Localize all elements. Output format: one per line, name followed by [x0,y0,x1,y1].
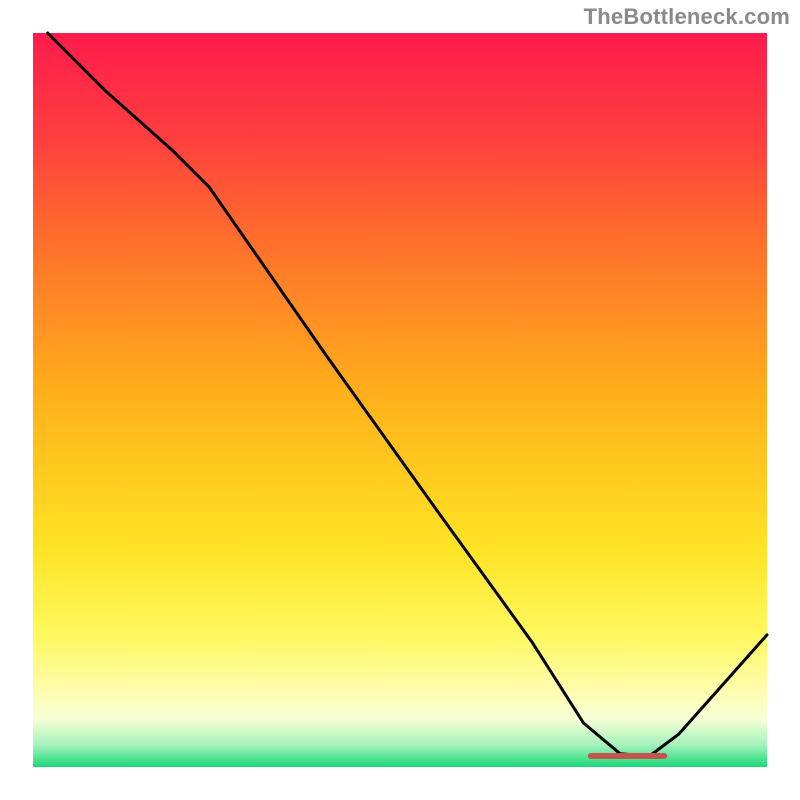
watermark-text: TheBottleneck.com [584,4,790,30]
plot-area [33,33,767,767]
chart-svg [0,0,800,800]
gradient-background [33,33,767,767]
chart-stage: TheBottleneck.com [0,0,800,800]
